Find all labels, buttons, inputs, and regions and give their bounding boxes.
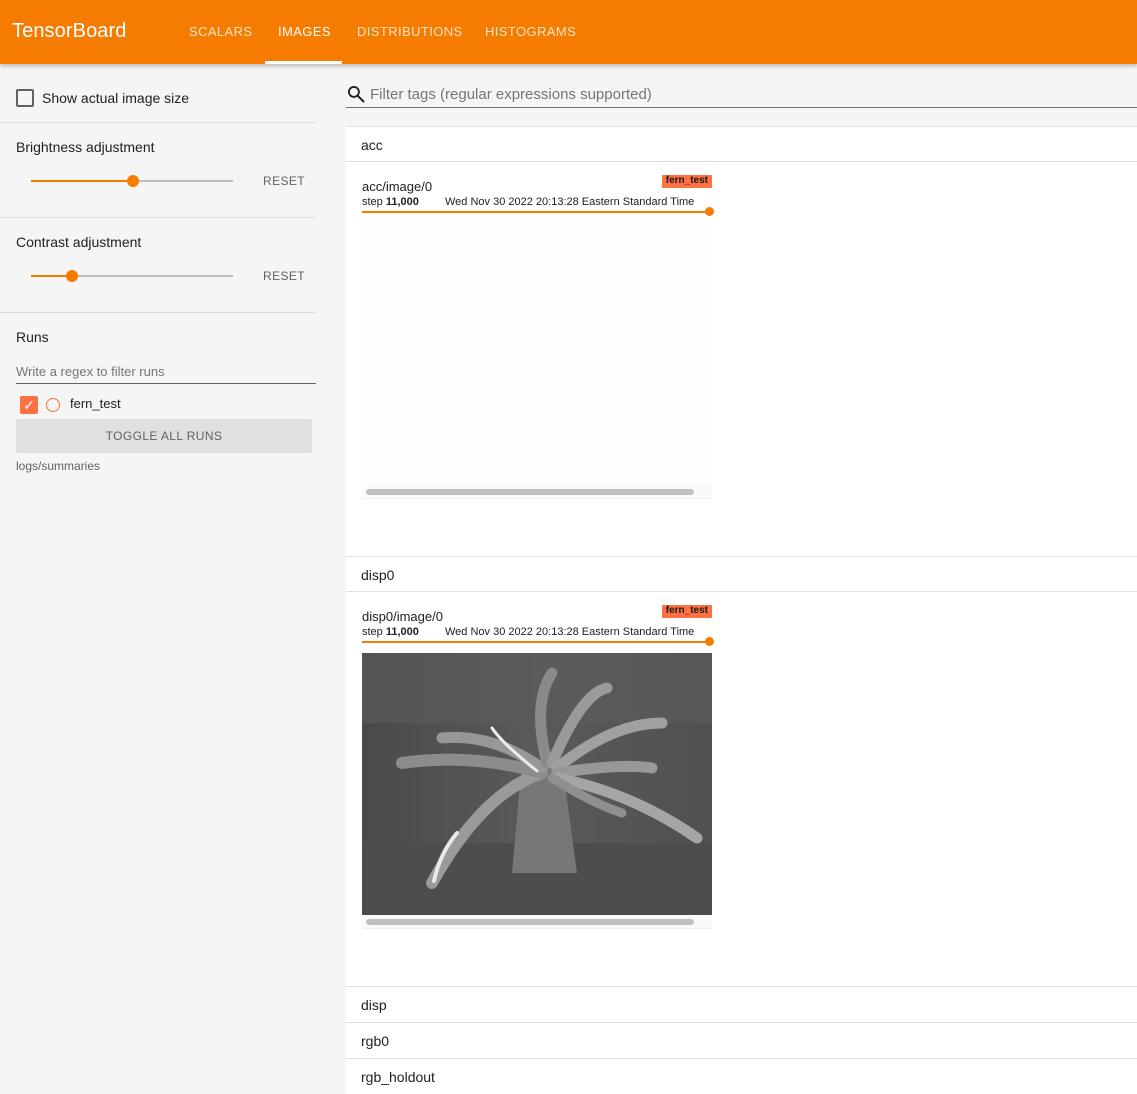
tag-group-rgb0[interactable]: rgb0 — [346, 1022, 1137, 1058]
group-title: rgb0 — [361, 1033, 390, 1049]
image-card-tag: disp0/image/0 — [362, 609, 443, 624]
contrast-title: Contrast adjustment — [16, 234, 142, 250]
tag-group-disp0: disp0 disp0/image/0 fern_test step 11,00… — [346, 556, 1137, 986]
step-text: step — [362, 196, 383, 208]
step-slider-track[interactable] — [362, 641, 710, 643]
group-title: disp0 — [361, 567, 395, 583]
step-slider-knob[interactable] — [705, 637, 714, 646]
step-slider-track[interactable] — [362, 211, 710, 213]
contrast-slider-knob[interactable] — [66, 270, 78, 282]
group-header-disp0[interactable]: disp0 — [346, 557, 1137, 592]
toggle-all-runs-button[interactable]: TOGGLE ALL RUNS — [16, 419, 312, 453]
image-card-disp0: disp0/image/0 fern_test step 11,000 Wed … — [362, 605, 714, 939]
tag-filter — [346, 80, 1137, 108]
tab-histograms[interactable]: HISTOGRAMS — [485, 0, 576, 64]
summary-image — [362, 223, 712, 491]
group-title: disp — [361, 997, 387, 1013]
tab-distributions[interactable]: DISTRIBUTIONS — [357, 0, 463, 64]
runs-title: Runs — [16, 329, 49, 345]
tag-group-disp[interactable]: disp — [346, 986, 1137, 1022]
brightness-slider-knob[interactable] — [127, 175, 139, 187]
run-badge: fern_test — [661, 175, 712, 188]
app-title: TensorBoard — [12, 20, 127, 42]
brightness-reset-button[interactable]: RESET — [263, 174, 305, 188]
run-checkbox-fern-test[interactable]: ✓ — [20, 396, 38, 414]
tab-images[interactable]: IMAGES — [278, 0, 331, 64]
show-actual-size-label: Show actual image size — [42, 90, 190, 106]
search-icon — [348, 86, 365, 103]
horizontal-scrollbar[interactable] — [362, 915, 712, 929]
run-name: fern_test — [70, 396, 121, 411]
tag-filter-input[interactable] — [370, 82, 1130, 106]
step-value: 11,000 — [385, 626, 419, 638]
divider — [0, 312, 316, 313]
step-timestamp: Wed Nov 30 2022 20:13:28 Eastern Standar… — [445, 196, 695, 208]
step-timestamp: Wed Nov 30 2022 20:13:28 Eastern Standar… — [445, 626, 695, 638]
top-app-bar: TensorBoard SCALARS IMAGES DISTRIBUTIONS… — [0, 0, 1137, 64]
group-title: rgb_holdout — [361, 1069, 435, 1085]
step-slider-knob[interactable] — [705, 207, 714, 216]
run-color-indicator[interactable] — [46, 398, 60, 412]
summary-image — [362, 653, 712, 915]
scrollbar-thumb[interactable] — [366, 919, 694, 925]
image-card-tag: acc/image/0 — [362, 179, 433, 194]
run-badge: fern_test — [661, 605, 712, 618]
group-title: acc — [361, 137, 383, 153]
step-label: step 11,000 — [362, 626, 419, 638]
brightness-slider-fill — [31, 180, 133, 182]
logdir-label: logs/summaries — [16, 459, 101, 473]
image-card-acc: acc/image/0 fern_test step 11,000 Wed No… — [362, 175, 714, 509]
brightness-title: Brightness adjustment — [16, 139, 155, 155]
group-header-acc[interactable]: acc — [346, 127, 1137, 162]
tag-group-rgb-holdout[interactable]: rgb_holdout — [346, 1058, 1137, 1094]
scrollbar-thumb[interactable] — [366, 489, 694, 495]
contrast-reset-button[interactable]: RESET — [263, 269, 305, 283]
step-label: step 11,000 — [362, 196, 419, 208]
step-text: step — [362, 626, 383, 638]
active-tab-indicator — [265, 61, 342, 64]
divider — [0, 122, 316, 123]
step-value: 11,000 — [385, 196, 419, 208]
horizontal-scrollbar[interactable] — [362, 485, 712, 499]
divider — [0, 217, 316, 218]
show-actual-size-checkbox[interactable] — [16, 89, 34, 107]
tab-scalars[interactable]: SCALARS — [189, 0, 253, 64]
tag-group-acc: acc acc/image/0 fern_test step 11,000 We… — [346, 126, 1137, 556]
runs-filter-input[interactable] — [16, 360, 316, 384]
sidebar: Show actual image size Brightness adjust… — [0, 64, 332, 1094]
